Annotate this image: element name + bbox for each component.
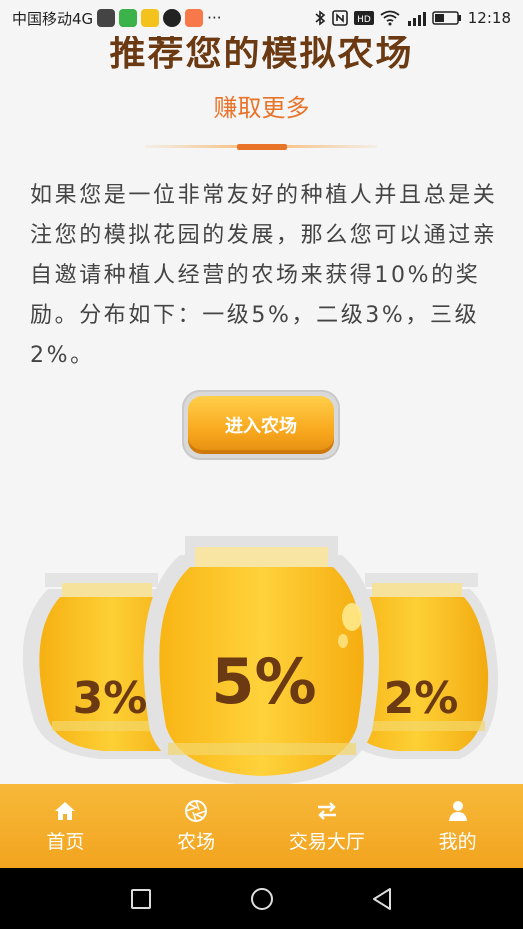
- system-nav-bar: [0, 868, 523, 929]
- hd-icon: HD: [353, 11, 374, 25]
- nav-item-home[interactable]: 首页: [0, 784, 131, 868]
- signal-icon: [407, 12, 426, 26]
- jar-right-label: 2%: [384, 673, 459, 724]
- bottom-nav: 首页 农场 交易大厅 我的: [0, 784, 523, 868]
- nav-label-trade-hall: 交易大厅: [288, 830, 365, 853]
- jar-center: 5%: [143, 536, 379, 784]
- home-circle-icon[interactable]: [247, 884, 277, 914]
- jar-left-label: 3%: [73, 673, 148, 724]
- battery-icon: [432, 11, 461, 25]
- nav-item-farm[interactable]: 农场: [131, 784, 262, 868]
- content-area[interactable]: 推荐您的模拟农场 赚取更多 如果您是一位非常友好的种植人并且总是关注您的模拟花园…: [0, 36, 523, 784]
- nfc-icon: [331, 10, 348, 26]
- user-icon: [448, 800, 467, 821]
- home-icon: [55, 801, 76, 820]
- notification-app-icon: [185, 9, 204, 27]
- nav-item-mine[interactable]: 我的: [392, 784, 523, 868]
- nav-label-mine: 我的: [438, 830, 477, 853]
- bluetooth-icon: [315, 10, 326, 26]
- enter-farm-button-frame: 进入农场: [182, 390, 340, 460]
- status-right: HD 12:18: [314, 9, 511, 27]
- jar-center-label: 5%: [211, 645, 316, 718]
- swap-icon: [317, 801, 336, 820]
- status-left: 中国移动4G ···: [12, 8, 221, 29]
- notification-app-icon: [97, 9, 116, 27]
- recents-icon[interactable]: [126, 884, 156, 914]
- notification-app-icon: [163, 9, 182, 27]
- reward-jars-illustration: 3% 2% 5%: [22, 536, 499, 784]
- clock: 12:18: [467, 9, 511, 27]
- notification-app-icon: [141, 9, 160, 27]
- notification-app-icon: [119, 9, 138, 27]
- nav-label-home: 首页: [46, 830, 85, 853]
- wifi-icon: [380, 10, 400, 26]
- divider-accent: [237, 144, 287, 150]
- aperture-icon: [185, 799, 208, 822]
- nav-label-farm: 农场: [177, 830, 216, 853]
- description-text: 如果您是一位非常友好的种植人并且总是关注您的模拟花园的发展，那么您可以通过亲自邀…: [30, 183, 498, 368]
- svg-text:HD: HD: [357, 15, 371, 25]
- page-title: 推荐您的模拟农场: [109, 36, 414, 74]
- nav-item-trade-hall[interactable]: 交易大厅: [262, 784, 393, 868]
- page-subtitle: 赚取更多: [213, 94, 310, 122]
- enter-farm-button[interactable]: 进入农场: [188, 396, 334, 454]
- status-bar: 中国移动4G ··· HD 12:18: [0, 0, 523, 36]
- carrier-label: 中国移动4G: [12, 9, 94, 28]
- back-icon[interactable]: [368, 884, 398, 914]
- more-notifications: ···: [207, 9, 222, 27]
